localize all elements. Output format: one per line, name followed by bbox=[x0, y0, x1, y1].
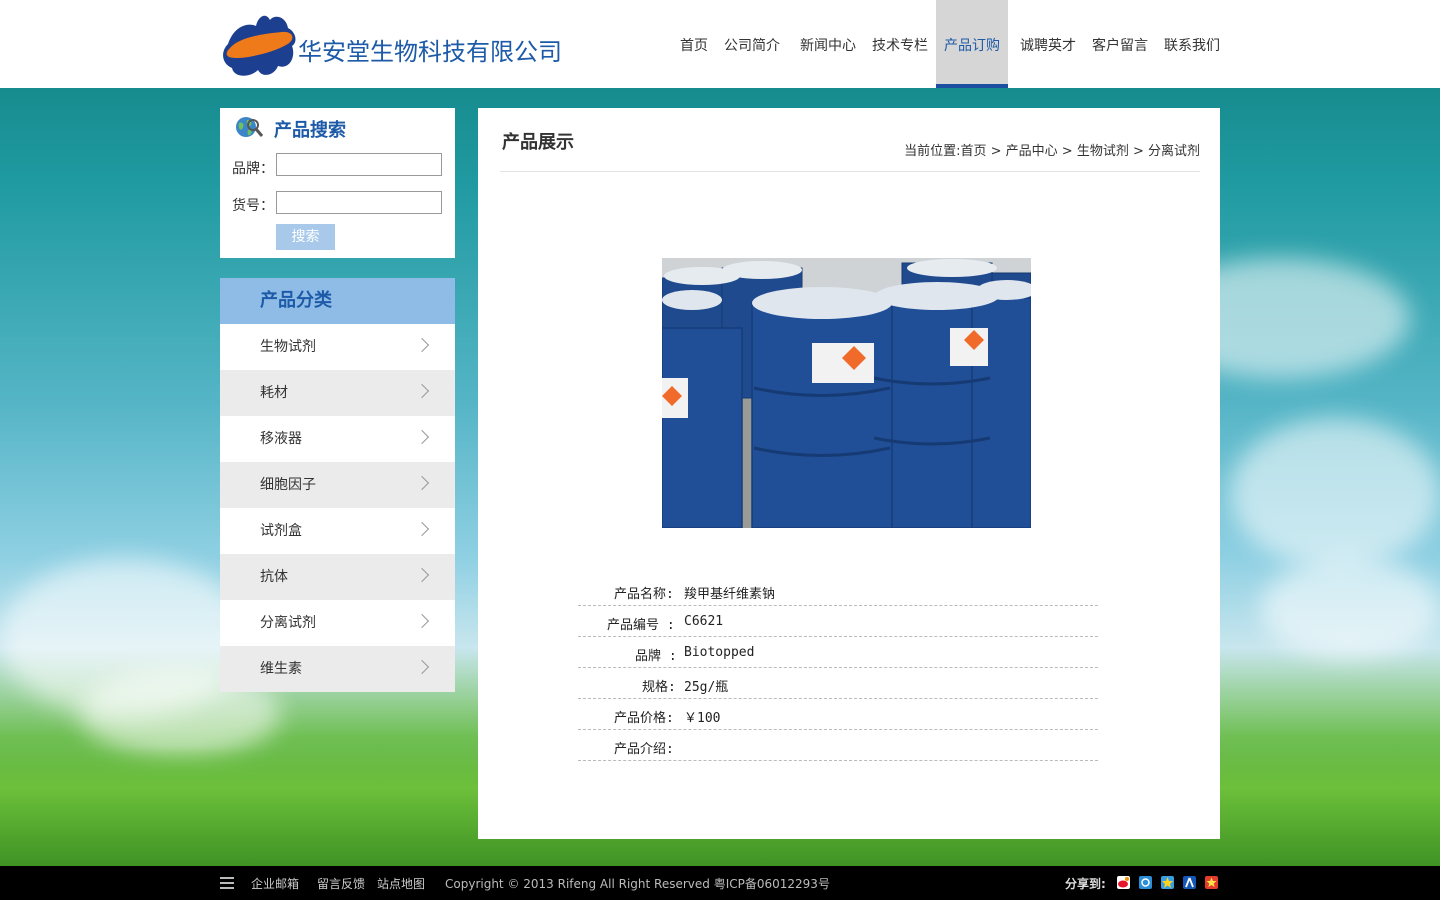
info-row-code: 产品编号 : C6621 bbox=[578, 606, 1098, 637]
category-label: 分离试剂 bbox=[260, 615, 316, 631]
site-header: 华安堂生物科技有限公司 首页 公司简介 新闻中心 技术专栏 产品订购 诚聘英才 … bbox=[0, 0, 1440, 88]
weibo-icon[interactable] bbox=[1117, 876, 1130, 889]
category-item-consumables[interactable]: 耗材 bbox=[220, 370, 455, 416]
info-label: 产品价格: bbox=[614, 711, 674, 726]
product-image[interactable] bbox=[662, 258, 1031, 528]
copyright-text: Copyright © 2013 Rifeng All Right Reserv… bbox=[445, 877, 830, 891]
category-item-kits[interactable]: 试剂盒 bbox=[220, 508, 455, 554]
chevron-right-icon bbox=[414, 613, 430, 629]
main-nav: 首页 公司简介 新闻中心 技术专栏 产品订购 诚聘英才 客户留言 联系我们 bbox=[672, 0, 1220, 88]
product-detail-panel: 产品展示 当前位置:首页 > 产品中心 > 生物试剂 > 分离试剂 产品名称: … bbox=[478, 108, 1220, 839]
nav-careers[interactable]: 诚聘英才 bbox=[1008, 0, 1084, 88]
info-label: 产品名称: bbox=[614, 587, 674, 602]
info-label: 品牌 : bbox=[635, 649, 677, 664]
product-category-panel: 产品分类 生物试剂 耗材 移液器 细胞因子 试剂盒 抗体 分离试剂 维生素 bbox=[220, 278, 455, 692]
info-row-name: 产品名称: 羧甲基纤维素钠 bbox=[578, 575, 1098, 606]
nav-about[interactable]: 公司简介 bbox=[716, 0, 788, 88]
search-button[interactable]: 搜索 bbox=[276, 224, 335, 250]
info-row-spec: 规格: 25g/瓶 bbox=[578, 668, 1098, 699]
category-label: 抗体 bbox=[260, 569, 288, 585]
footer-link-feedback[interactable]: 留言反馈 bbox=[317, 875, 365, 892]
chevron-right-icon bbox=[414, 659, 430, 675]
product-spec-value: 25g/瓶 bbox=[684, 680, 729, 695]
nav-home[interactable]: 首页 bbox=[672, 0, 716, 88]
code-input[interactable] bbox=[276, 191, 442, 214]
nav-products[interactable]: 产品订购 bbox=[936, 0, 1008, 88]
menu-icon bbox=[220, 877, 234, 889]
site-footer: 企业邮箱 留言反馈 站点地图 Copyright © 2013 Rifeng A… bbox=[0, 866, 1440, 900]
info-label: 规格: bbox=[642, 680, 676, 695]
footer-link-sitemap[interactable]: 站点地图 bbox=[377, 875, 425, 892]
info-row-brand: 品牌 : Biotopped bbox=[578, 637, 1098, 668]
product-name-value: 羧甲基纤维素钠 bbox=[684, 587, 776, 602]
company-name: 华安堂生物科技有限公司 bbox=[298, 38, 562, 66]
page-title: 产品展示 bbox=[502, 132, 574, 153]
info-row-description: 产品介绍: bbox=[578, 730, 1098, 761]
category-label: 试剂盒 bbox=[260, 523, 302, 539]
info-label: 产品介绍: bbox=[614, 742, 674, 757]
renren-icon[interactable] bbox=[1183, 876, 1196, 889]
category-label: 维生素 bbox=[260, 661, 302, 677]
product-code-value: C6621 bbox=[684, 614, 724, 629]
category-label: 移液器 bbox=[260, 431, 302, 447]
chevron-right-icon bbox=[414, 567, 430, 583]
chevron-right-icon bbox=[414, 429, 430, 445]
category-item-antibodies[interactable]: 抗体 bbox=[220, 554, 455, 600]
category-label: 生物试剂 bbox=[260, 339, 316, 355]
breadcrumb[interactable]: 当前位置:首页 > 产品中心 > 生物试剂 > 分离试剂 bbox=[904, 140, 1200, 159]
nav-messages[interactable]: 客户留言 bbox=[1084, 0, 1156, 88]
category-item-vitamins[interactable]: 维生素 bbox=[220, 646, 455, 692]
category-label: 细胞因子 bbox=[260, 477, 316, 493]
favorite-icon[interactable] bbox=[1205, 876, 1218, 889]
chevron-right-icon bbox=[414, 475, 430, 491]
nav-news[interactable]: 新闻中心 bbox=[788, 0, 864, 88]
category-item-bio-reagents[interactable]: 生物试剂 bbox=[220, 324, 455, 370]
chevron-right-icon bbox=[414, 337, 430, 353]
nav-contact[interactable]: 联系我们 bbox=[1156, 0, 1220, 88]
search-title: 产品搜索 bbox=[274, 120, 346, 141]
qzone-icon[interactable] bbox=[1139, 876, 1152, 889]
brand-label: 品牌： bbox=[232, 161, 274, 177]
footer-link-email[interactable]: 企业邮箱 bbox=[251, 875, 299, 892]
category-item-cytokines[interactable]: 细胞因子 bbox=[220, 462, 455, 508]
category-item-pipettes[interactable]: 移液器 bbox=[220, 416, 455, 462]
product-info-table: 产品名称: 羧甲基纤维素钠 产品编号 : C6621 品牌 : Biotoppe… bbox=[578, 575, 1098, 761]
globe-search-icon bbox=[236, 117, 264, 137]
category-item-separation-reagents[interactable]: 分离试剂 bbox=[220, 600, 455, 646]
product-search-panel: 产品搜索 品牌： 货号： 搜索 bbox=[220, 108, 455, 258]
brand-input[interactable] bbox=[276, 153, 442, 176]
info-row-price: 产品价格: ￥100 bbox=[578, 699, 1098, 730]
share-label: 分享到: bbox=[1065, 877, 1106, 891]
title-divider bbox=[500, 171, 1200, 172]
code-label: 货号： bbox=[232, 198, 274, 214]
product-brand-value: Biotopped bbox=[684, 645, 755, 660]
nav-tech[interactable]: 技术专栏 bbox=[864, 0, 936, 88]
category-title: 产品分类 bbox=[220, 278, 455, 324]
category-label: 耗材 bbox=[260, 385, 288, 401]
company-logo[interactable] bbox=[220, 12, 300, 78]
product-price-value: ￥100 bbox=[684, 711, 721, 726]
info-label: 产品编号 : bbox=[607, 618, 675, 633]
chevron-right-icon bbox=[414, 521, 430, 537]
kaixin-icon[interactable] bbox=[1161, 876, 1174, 889]
chevron-right-icon bbox=[414, 383, 430, 399]
